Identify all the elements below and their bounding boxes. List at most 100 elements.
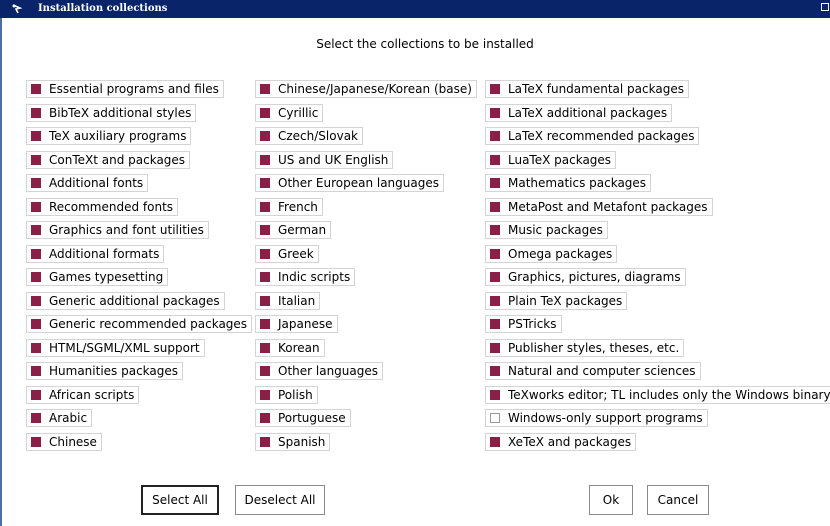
checkbox-checked-icon[interactable] [31, 155, 41, 165]
collection-checkbox[interactable]: Plain TeX packages [485, 292, 628, 310]
collection-checkbox[interactable]: Chinese [26, 433, 102, 451]
checkbox-checked-icon[interactable] [31, 202, 41, 212]
collection-checkbox[interactable]: Essential programs and files [26, 80, 224, 98]
collection-checkbox[interactable]: Spanish [255, 433, 331, 451]
collection-checkbox[interactable]: Arabic [26, 409, 93, 427]
checkbox-checked-icon[interactable] [490, 202, 500, 212]
select-all-button[interactable]: Select All [141, 485, 219, 515]
checkbox-checked-icon[interactable] [260, 413, 270, 423]
collection-checkbox[interactable]: Greek [255, 245, 319, 263]
checkbox-checked-icon[interactable] [490, 178, 500, 188]
collection-checkbox[interactable]: Italian [255, 292, 321, 310]
collection-checkbox[interactable]: Additional formats [26, 245, 165, 263]
checkbox-checked-icon[interactable] [490, 343, 500, 353]
deselect-all-button[interactable]: Deselect All [235, 485, 325, 515]
collection-checkbox[interactable]: German [255, 221, 332, 239]
checkbox-checked-icon[interactable] [260, 202, 270, 212]
checkbox-checked-icon[interactable] [490, 437, 500, 447]
collection-checkbox[interactable]: Czech/Slovak [255, 127, 364, 145]
collection-checkbox[interactable]: LaTeX fundamental packages [485, 80, 689, 98]
collection-checkbox[interactable]: Chinese/Japanese/Korean (base) [255, 80, 477, 98]
checkbox-checked-icon[interactable] [31, 390, 41, 400]
collection-checkbox[interactable]: BibTeX additional styles [26, 104, 197, 122]
checkbox-checked-icon[interactable] [31, 366, 41, 376]
ok-button[interactable]: Ok [589, 485, 633, 515]
collection-checkbox[interactable]: LuaTeX packages [485, 151, 617, 169]
checkbox-checked-icon[interactable] [31, 272, 41, 282]
maximize-icon[interactable] [821, 3, 829, 11]
collection-checkbox[interactable]: MetaPost and Metafont packages [485, 198, 713, 216]
checkbox-checked-icon[interactable] [260, 178, 270, 188]
checkbox-checked-icon[interactable] [260, 225, 270, 235]
collection-checkbox[interactable]: Graphics and font utilities [26, 221, 209, 239]
checkbox-checked-icon[interactable] [490, 108, 500, 118]
checkbox-unchecked-icon[interactable] [490, 413, 500, 423]
collection-checkbox[interactable]: PSTricks [485, 315, 562, 333]
checkbox-checked-icon[interactable] [260, 390, 270, 400]
checkbox-checked-icon[interactable] [31, 249, 41, 259]
checkbox-checked-icon[interactable] [490, 366, 500, 376]
collection-checkbox[interactable]: TeX auxiliary programs [26, 127, 192, 145]
checkbox-checked-icon[interactable] [31, 108, 41, 118]
checkbox-checked-icon[interactable] [260, 437, 270, 447]
collection-checkbox[interactable]: Portuguese [255, 409, 351, 427]
collection-checkbox[interactable]: Mathematics packages [485, 174, 652, 192]
checkbox-checked-icon[interactable] [260, 366, 270, 376]
checkbox-checked-icon[interactable] [31, 437, 41, 447]
collection-checkbox[interactable]: Windows-only support programs [485, 409, 708, 427]
collection-checkbox[interactable]: African scripts [26, 386, 140, 404]
checkbox-checked-icon[interactable] [31, 131, 41, 141]
checkbox-checked-icon[interactable] [260, 272, 270, 282]
checkbox-checked-icon[interactable] [260, 249, 270, 259]
checkbox-checked-icon[interactable] [490, 155, 500, 165]
checkbox-checked-icon[interactable] [490, 131, 500, 141]
checkbox-checked-icon[interactable] [31, 178, 41, 188]
collection-checkbox[interactable]: Generic recommended packages [26, 315, 253, 333]
checkbox-checked-icon[interactable] [260, 131, 270, 141]
checkbox-checked-icon[interactable] [490, 272, 500, 282]
collection-checkbox[interactable]: Generic additional packages [26, 292, 225, 310]
collection-checkbox[interactable]: Humanities packages [26, 362, 184, 380]
collection-checkbox[interactable]: Other languages [255, 362, 384, 380]
collection-checkbox[interactable]: Music packages [485, 221, 608, 239]
checkbox-checked-icon[interactable] [260, 108, 270, 118]
collection-checkbox[interactable]: ConTeXt and packages [26, 151, 191, 169]
collection-checkbox[interactable]: Indic scripts [255, 268, 356, 286]
collection-checkbox[interactable]: Graphics, pictures, diagrams [485, 268, 686, 286]
checkbox-checked-icon[interactable] [490, 319, 500, 329]
checkbox-checked-icon[interactable] [31, 84, 41, 94]
checkbox-checked-icon[interactable] [260, 343, 270, 353]
checkbox-checked-icon[interactable] [31, 296, 41, 306]
checkbox-checked-icon[interactable] [31, 319, 41, 329]
checkbox-checked-icon[interactable] [490, 249, 500, 259]
collection-checkbox[interactable]: Additional fonts [26, 174, 149, 192]
collection-checkbox[interactable]: Cyrillic [255, 104, 324, 122]
checkbox-checked-icon[interactable] [490, 84, 500, 94]
collection-checkbox[interactable]: Publisher styles, theses, etc. [485, 339, 685, 357]
collection-checkbox[interactable]: LaTeX additional packages [485, 104, 673, 122]
collection-checkbox[interactable]: Omega packages [485, 245, 618, 263]
collection-checkbox[interactable]: Recommended fonts [26, 198, 179, 216]
checkbox-checked-icon[interactable] [260, 296, 270, 306]
collection-checkbox[interactable]: HTML/SGML/XML support [26, 339, 205, 357]
collection-checkbox[interactable]: Korean [255, 339, 325, 357]
checkbox-checked-icon[interactable] [260, 84, 270, 94]
collection-checkbox[interactable]: TeXworks editor; TL includes only the Wi… [485, 386, 830, 404]
collection-checkbox[interactable]: Other European languages [255, 174, 444, 192]
checkbox-checked-icon[interactable] [260, 155, 270, 165]
collection-checkbox[interactable]: XeTeX and packages [485, 433, 637, 451]
checkbox-checked-icon[interactable] [490, 390, 500, 400]
checkbox-checked-icon[interactable] [31, 413, 41, 423]
collection-checkbox[interactable]: Japanese [255, 315, 338, 333]
collection-checkbox[interactable]: US and UK English [255, 151, 394, 169]
cancel-button[interactable]: Cancel [647, 485, 709, 515]
checkbox-checked-icon[interactable] [490, 296, 500, 306]
collection-checkbox[interactable]: Natural and computer sciences [485, 362, 701, 380]
collection-checkbox[interactable]: LaTeX recommended packages [485, 127, 700, 145]
collection-checkbox[interactable]: Games typesetting [26, 268, 169, 286]
collection-checkbox[interactable]: Polish [255, 386, 318, 404]
checkbox-checked-icon[interactable] [31, 225, 41, 235]
checkbox-checked-icon[interactable] [490, 225, 500, 235]
collection-checkbox[interactable]: French [255, 198, 323, 216]
checkbox-checked-icon[interactable] [260, 319, 270, 329]
